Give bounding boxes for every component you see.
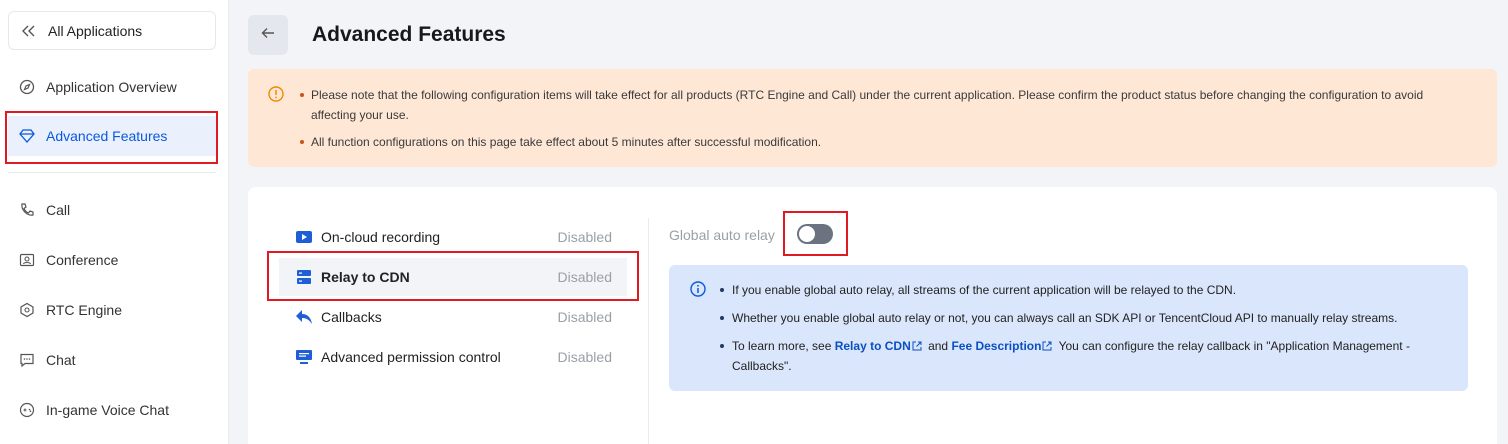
- chat-icon: [19, 352, 35, 368]
- feature-label: Relay to CDN: [321, 269, 410, 285]
- page-title: Advanced Features: [312, 23, 506, 46]
- compass-icon: [19, 79, 35, 95]
- feature-status: Disabled: [557, 309, 612, 325]
- video-icon: [295, 228, 313, 246]
- info-icon: [690, 281, 706, 297]
- toggle-knob: [799, 226, 815, 242]
- sidebar-item-advanced-features[interactable]: Advanced Features: [8, 116, 216, 156]
- double-chevron-left-icon: [21, 23, 37, 39]
- sidebar-item-chat[interactable]: Chat: [8, 340, 216, 380]
- phone-icon: [19, 202, 35, 218]
- feature-advanced-permission-control[interactable]: Advanced permission control Disabled: [279, 338, 627, 376]
- info-text: and: [924, 339, 952, 353]
- panel-divider: [648, 218, 649, 444]
- sidebar-item-call[interactable]: Call: [8, 190, 216, 230]
- global-auto-relay-label: Global auto relay: [669, 227, 775, 243]
- external-link-icon: [912, 337, 922, 351]
- sidebar-item-label: RTC Engine: [46, 302, 123, 318]
- relay-to-cdn-link[interactable]: Relay to CDN: [835, 339, 911, 353]
- info-list: If you enable global auto relay, all str…: [720, 280, 1424, 384]
- sidebar: All Applications Application Overview Ad…: [0, 0, 229, 444]
- sidebar-item-conference[interactable]: Conference: [8, 240, 216, 280]
- sidebar-item-in-game-voice-chat[interactable]: In-game Voice Chat: [8, 390, 216, 430]
- sidebar-item-label: Advanced Features: [46, 128, 168, 144]
- arrow-left-icon: [261, 26, 275, 44]
- feature-label: On-cloud recording: [321, 229, 441, 245]
- notice-item: All function configurations on this page…: [300, 132, 1457, 152]
- feature-status: Disabled: [557, 349, 612, 365]
- server-icon: [295, 268, 313, 286]
- feature-label: Callbacks: [321, 309, 382, 325]
- notice-banner: Please note that the following configura…: [248, 69, 1497, 167]
- fee-description-link[interactable]: Fee Description: [951, 339, 1041, 353]
- conference-icon: [19, 252, 35, 268]
- sidebar-item-label: Conference: [46, 252, 119, 268]
- global-auto-relay-toggle[interactable]: [797, 224, 833, 244]
- info-item: To learn more, see Relay to CDN and Fee …: [720, 336, 1424, 376]
- info-item: If you enable global auto relay, all str…: [720, 280, 1424, 300]
- reply-arrow-icon: [295, 308, 313, 326]
- feature-callbacks[interactable]: Callbacks Disabled: [279, 298, 627, 336]
- feature-relay-to-cdn[interactable]: Relay to CDN Disabled: [279, 258, 627, 296]
- sidebar-item-application-overview[interactable]: Application Overview: [8, 67, 216, 107]
- external-link-icon: [1042, 337, 1052, 351]
- sidebar-divider: [8, 172, 216, 173]
- info-box: If you enable global auto relay, all str…: [669, 265, 1468, 391]
- feature-status: Disabled: [557, 229, 612, 245]
- gamepad-icon: [19, 402, 35, 418]
- sidebar-item-label: Application Overview: [46, 79, 177, 95]
- notice-list: Please note that the following configura…: [300, 85, 1457, 159]
- diamond-icon: [19, 128, 35, 144]
- sidebar-item-label: In-game Voice Chat: [46, 402, 169, 418]
- sidebar-item-label: Chat: [46, 352, 76, 368]
- notice-item: Please note that the following configura…: [300, 85, 1457, 125]
- feature-label: Advanced permission control: [321, 349, 501, 365]
- sidebar-item-rtc-engine[interactable]: RTC Engine: [8, 290, 216, 330]
- warning-icon: [268, 86, 284, 102]
- all-applications-button[interactable]: All Applications: [8, 11, 216, 50]
- info-text: To learn more, see: [732, 339, 835, 353]
- feature-status: Disabled: [557, 269, 612, 285]
- monitor-icon: [295, 348, 313, 366]
- back-button[interactable]: [248, 15, 288, 55]
- all-applications-label: All Applications: [48, 22, 143, 39]
- engine-icon: [19, 302, 35, 318]
- info-item: Whether you enable global auto relay or …: [720, 308, 1424, 328]
- feature-on-cloud-recording[interactable]: On-cloud recording Disabled: [279, 218, 627, 256]
- sidebar-item-label: Call: [46, 202, 71, 218]
